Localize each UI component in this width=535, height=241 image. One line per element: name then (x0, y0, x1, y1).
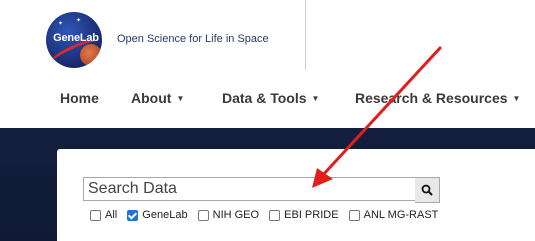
checkbox-checked[interactable] (127, 209, 139, 221)
filter-nih-geo-label: NIH GEO (212, 209, 260, 221)
filter-all-label: All (105, 209, 118, 221)
logo-text: GeneLab (53, 32, 99, 44)
checkbox[interactable] (90, 209, 101, 221)
filter-ebi-pride-label: EBI PRIDE (284, 209, 339, 221)
nav-home[interactable]: Home (60, 90, 99, 106)
search-icon (421, 184, 433, 196)
filter-nih-geo[interactable]: NIH GEO (197, 209, 260, 221)
caret-down-icon: ▼ (311, 93, 320, 103)
nav-data-tools[interactable]: Data & Tools ▼ (222, 90, 319, 106)
main-nav: Home About ▼ Data & Tools ▼ Research & Res… (0, 90, 535, 112)
site-header: ✦ ✦ GeneLab Open Science for Life in Spa… (0, 0, 535, 128)
nav-home-label: Home (60, 90, 99, 106)
site-tagline: Open Science for Life in Space (117, 33, 269, 45)
filter-genelab[interactable]: GeneLab (127, 209, 188, 221)
checkbox[interactable] (269, 209, 281, 221)
checkbox[interactable] (348, 209, 360, 221)
header-divider (305, 0, 306, 70)
filter-anl-mg-rast-label: ANL MG-RAST (363, 209, 439, 221)
star-icon: ✦ (58, 21, 64, 27)
nav-about[interactable]: About ▼ (131, 90, 184, 106)
nav-data-tools-label: Data & Tools (222, 90, 307, 106)
nav-research-resources-label: Research & Resources (355, 90, 508, 106)
nav-research-resources[interactable]: Research & Resources ▼ (355, 90, 520, 106)
caret-down-icon: ▼ (176, 93, 185, 103)
nav-about-label: About (131, 90, 172, 106)
filter-ebi-pride[interactable]: EBI PRIDE (269, 209, 339, 221)
search-input[interactable] (83, 177, 418, 201)
filter-genelab-label: GeneLab (142, 209, 188, 221)
star-icon: ✦ (76, 18, 82, 24)
filter-anl-mg-rast[interactable]: ANL MG-RAST (348, 209, 439, 221)
source-filters: All GeneLab NIH GEO EBI PRIDE ANL MG-RAS… (90, 209, 445, 223)
search-button[interactable] (415, 177, 440, 203)
caret-down-icon: ▼ (512, 93, 521, 103)
genelab-logo[interactable]: ✦ ✦ GeneLab (46, 12, 102, 68)
filter-all[interactable]: All (90, 209, 117, 221)
checkbox[interactable] (197, 209, 209, 221)
